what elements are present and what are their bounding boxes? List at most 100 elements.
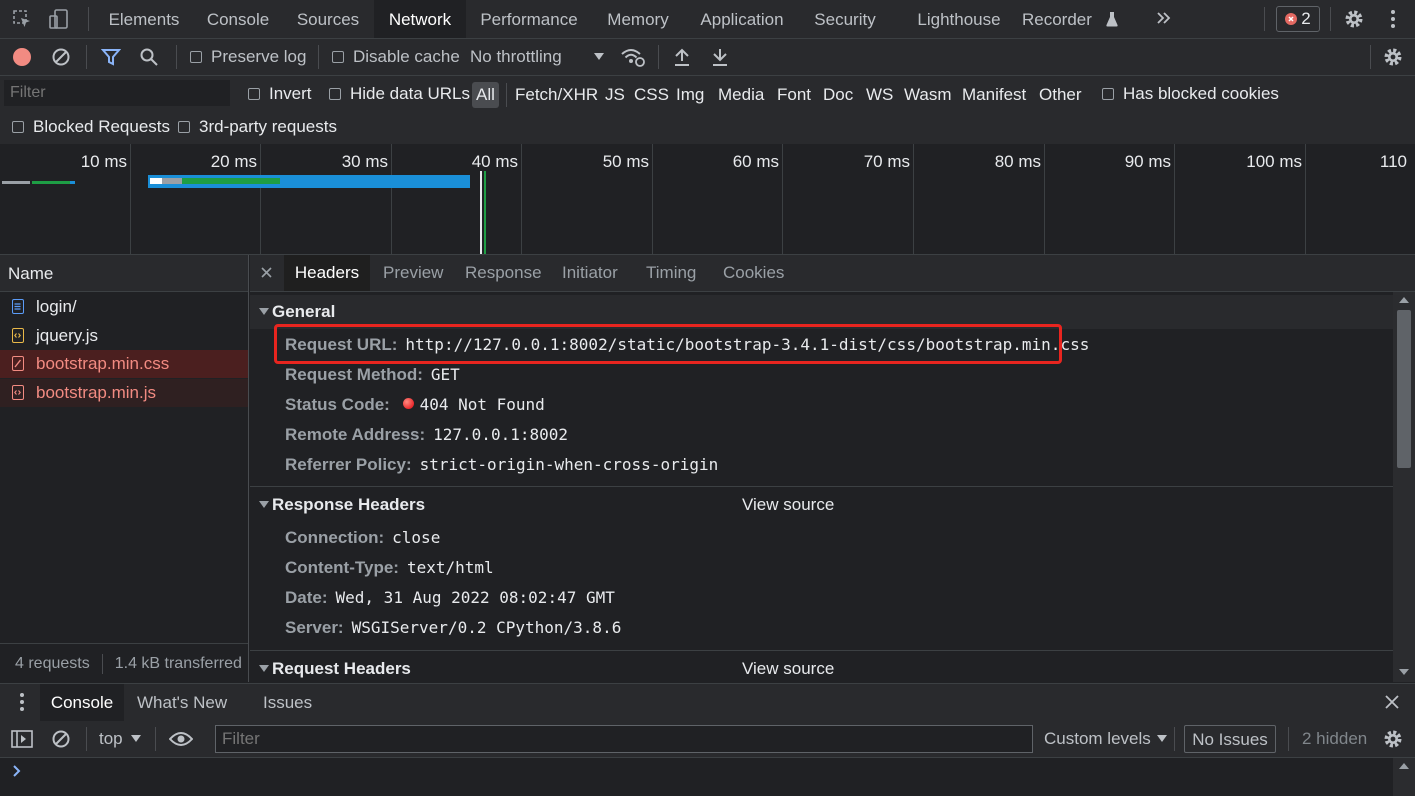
filter-type-wasm[interactable]: Wasm bbox=[904, 82, 952, 108]
tab-recorder[interactable]: Recorder bbox=[1022, 0, 1104, 38]
drawer-menu-icon[interactable] bbox=[19, 692, 25, 712]
tab-elements[interactable]: Elements bbox=[100, 0, 188, 38]
error-count-badge[interactable]: 2 bbox=[1276, 6, 1320, 32]
search-icon[interactable] bbox=[139, 47, 159, 67]
more-tabs-chevron-icon[interactable] bbox=[1155, 9, 1173, 27]
issues-button[interactable]: No Issues bbox=[1184, 725, 1276, 753]
request-row[interactable]: bootstrap.min.js bbox=[0, 379, 248, 407]
tab-cookies[interactable]: Cookies bbox=[723, 255, 784, 291]
view-source-link[interactable]: View source bbox=[742, 495, 834, 515]
request-row[interactable]: login/ bbox=[0, 293, 248, 321]
filter-type-fetch-xhr[interactable]: Fetch/XHR bbox=[515, 82, 598, 108]
filter-type-media[interactable]: Media bbox=[718, 82, 764, 108]
console-settings-gear-icon[interactable] bbox=[1382, 728, 1404, 750]
hide-data-urls-checkbox[interactable]: Hide data URLs bbox=[329, 81, 470, 107]
filter-type-doc[interactable]: Doc bbox=[823, 82, 853, 108]
request-row-selected[interactable]: bootstrap.min.css bbox=[0, 350, 248, 378]
view-source-link[interactable]: View source bbox=[742, 659, 834, 679]
transferred-size: 1.4 kB transferred bbox=[114, 654, 242, 672]
scrollbar-track[interactable] bbox=[1393, 292, 1415, 682]
drawer-tab-console[interactable]: Console bbox=[40, 684, 124, 721]
export-har-download-icon[interactable] bbox=[711, 47, 729, 67]
tab-sources[interactable]: Sources bbox=[288, 0, 368, 38]
error-count: 2 bbox=[1301, 9, 1311, 28]
filter-type-ws[interactable]: WS bbox=[866, 82, 893, 108]
checkbox[interactable] bbox=[1102, 88, 1114, 100]
overview-bar bbox=[2, 181, 30, 184]
tab-application[interactable]: Application bbox=[690, 0, 794, 38]
scroll-up-arrow-icon[interactable] bbox=[1398, 762, 1410, 770]
request-name: login/ bbox=[36, 297, 77, 316]
live-expression-eye-icon[interactable] bbox=[169, 731, 193, 747]
clear-icon[interactable] bbox=[51, 47, 71, 67]
network-settings-gear-icon[interactable] bbox=[1382, 46, 1404, 68]
settings-gear-icon[interactable] bbox=[1343, 8, 1365, 30]
scroll-up-arrow-icon[interactable] bbox=[1398, 296, 1410, 304]
console-sidebar-toggle-icon[interactable] bbox=[11, 729, 33, 749]
log-levels-select[interactable]: Custom levels bbox=[1044, 726, 1167, 752]
request-headers-section-header[interactable]: Request Headers View source bbox=[250, 652, 1393, 682]
checkbox[interactable] bbox=[248, 88, 260, 100]
name-column-header[interactable]: Name bbox=[0, 255, 248, 292]
clear-console-icon[interactable] bbox=[51, 729, 71, 749]
preserve-log-checkbox[interactable]: Preserve log bbox=[190, 45, 306, 69]
drawer-tab-issues[interactable]: Issues bbox=[263, 684, 312, 721]
tab-response[interactable]: Response bbox=[465, 255, 542, 291]
tab-initiator[interactable]: Initiator bbox=[562, 255, 618, 291]
tab-headers[interactable]: Headers bbox=[284, 255, 370, 291]
checkbox[interactable] bbox=[329, 88, 341, 100]
tab-preview[interactable]: Preview bbox=[383, 255, 443, 291]
checkbox[interactable] bbox=[332, 51, 344, 63]
console-scrollbar[interactable] bbox=[1393, 758, 1415, 796]
scrollbar-thumb[interactable] bbox=[1397, 310, 1411, 468]
tab-performance[interactable]: Performance bbox=[472, 0, 586, 38]
tab-console[interactable]: Console bbox=[196, 0, 280, 38]
checkbox[interactable] bbox=[12, 121, 24, 133]
invert-checkbox[interactable]: Invert bbox=[248, 81, 312, 107]
response-headers-title: Response Headers bbox=[272, 495, 426, 514]
record-button[interactable] bbox=[13, 48, 31, 66]
disable-cache-checkbox[interactable]: Disable cache bbox=[332, 45, 460, 69]
tab-lighthouse[interactable]: Lighthouse bbox=[908, 0, 1010, 38]
execution-context-select[interactable]: top bbox=[99, 726, 141, 752]
tab-timing[interactable]: Timing bbox=[646, 255, 696, 291]
request-row[interactable]: jquery.js bbox=[0, 322, 248, 350]
filter-type-all[interactable]: All bbox=[472, 82, 499, 108]
filter-funnel-icon[interactable] bbox=[101, 47, 121, 67]
filter-type-other[interactable]: Other bbox=[1039, 82, 1082, 108]
has-blocked-cookies-checkbox[interactable]: Has blocked cookies bbox=[1102, 81, 1279, 107]
third-party-requests-checkbox[interactable]: 3rd-party requests bbox=[178, 114, 337, 140]
filter-type-css[interactable]: CSS bbox=[634, 82, 669, 108]
console-filter-input[interactable] bbox=[215, 725, 1033, 753]
close-details-icon[interactable] bbox=[261, 267, 272, 278]
filter-type-manifest[interactable]: Manifest bbox=[962, 82, 1026, 108]
filter-type-img[interactable]: Img bbox=[676, 82, 704, 108]
timeline-overview[interactable]: 10 ms 20 ms 30 ms 40 ms 50 ms 60 ms 70 m… bbox=[0, 144, 1415, 255]
throttling-select[interactable]: No throttling bbox=[470, 45, 604, 69]
hidden-messages-count: 2 hidden bbox=[1302, 729, 1368, 748]
request-summary-bar: 4 requests 1.4 kB transferred bbox=[0, 643, 248, 683]
device-toolbar-icon[interactable] bbox=[48, 8, 70, 30]
close-drawer-icon[interactable] bbox=[1385, 695, 1399, 709]
import-har-upload-icon[interactable] bbox=[673, 47, 691, 67]
network-conditions-wifi-icon[interactable] bbox=[620, 46, 646, 68]
console-prompt-chevron-icon bbox=[12, 765, 22, 777]
drawer-tab-whats-new[interactable]: What's New bbox=[137, 684, 227, 721]
has-blocked-cookies-label: Has blocked cookies bbox=[1123, 84, 1279, 103]
filter-type-js[interactable]: JS bbox=[605, 82, 625, 108]
checkbox[interactable] bbox=[178, 121, 190, 133]
checkbox[interactable] bbox=[190, 51, 202, 63]
filter-type-font[interactable]: Font bbox=[777, 82, 811, 108]
tab-memory[interactable]: Memory bbox=[596, 0, 680, 38]
tab-security[interactable]: Security bbox=[806, 0, 884, 38]
filter-input[interactable] bbox=[4, 80, 230, 106]
more-options-icon[interactable] bbox=[1390, 9, 1396, 29]
scroll-down-arrow-icon[interactable] bbox=[1398, 668, 1410, 676]
blocked-requests-checkbox[interactable]: Blocked Requests bbox=[12, 114, 170, 140]
divider bbox=[86, 45, 87, 69]
console-prompt-area[interactable] bbox=[0, 758, 1415, 796]
request-method-row: Request Method: GET bbox=[285, 365, 460, 385]
inspect-element-icon[interactable] bbox=[12, 9, 32, 29]
response-headers-section-header[interactable]: Response Headers View source bbox=[250, 488, 1393, 522]
tab-network[interactable]: Network bbox=[374, 0, 466, 38]
